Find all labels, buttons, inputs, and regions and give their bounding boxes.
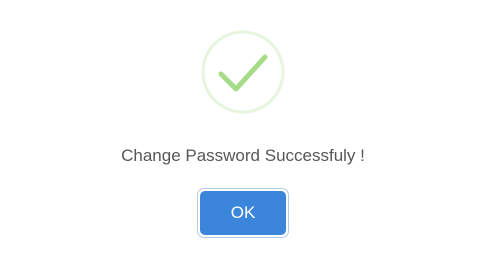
checkmark-success-icon bbox=[199, 28, 287, 116]
ok-button[interactable]: OK bbox=[197, 188, 289, 238]
ok-button-label: OK bbox=[200, 191, 286, 235]
success-dialog: Change Password Successfuly ! OK bbox=[0, 0, 486, 256]
success-message: Change Password Successfuly ! bbox=[121, 146, 365, 165]
